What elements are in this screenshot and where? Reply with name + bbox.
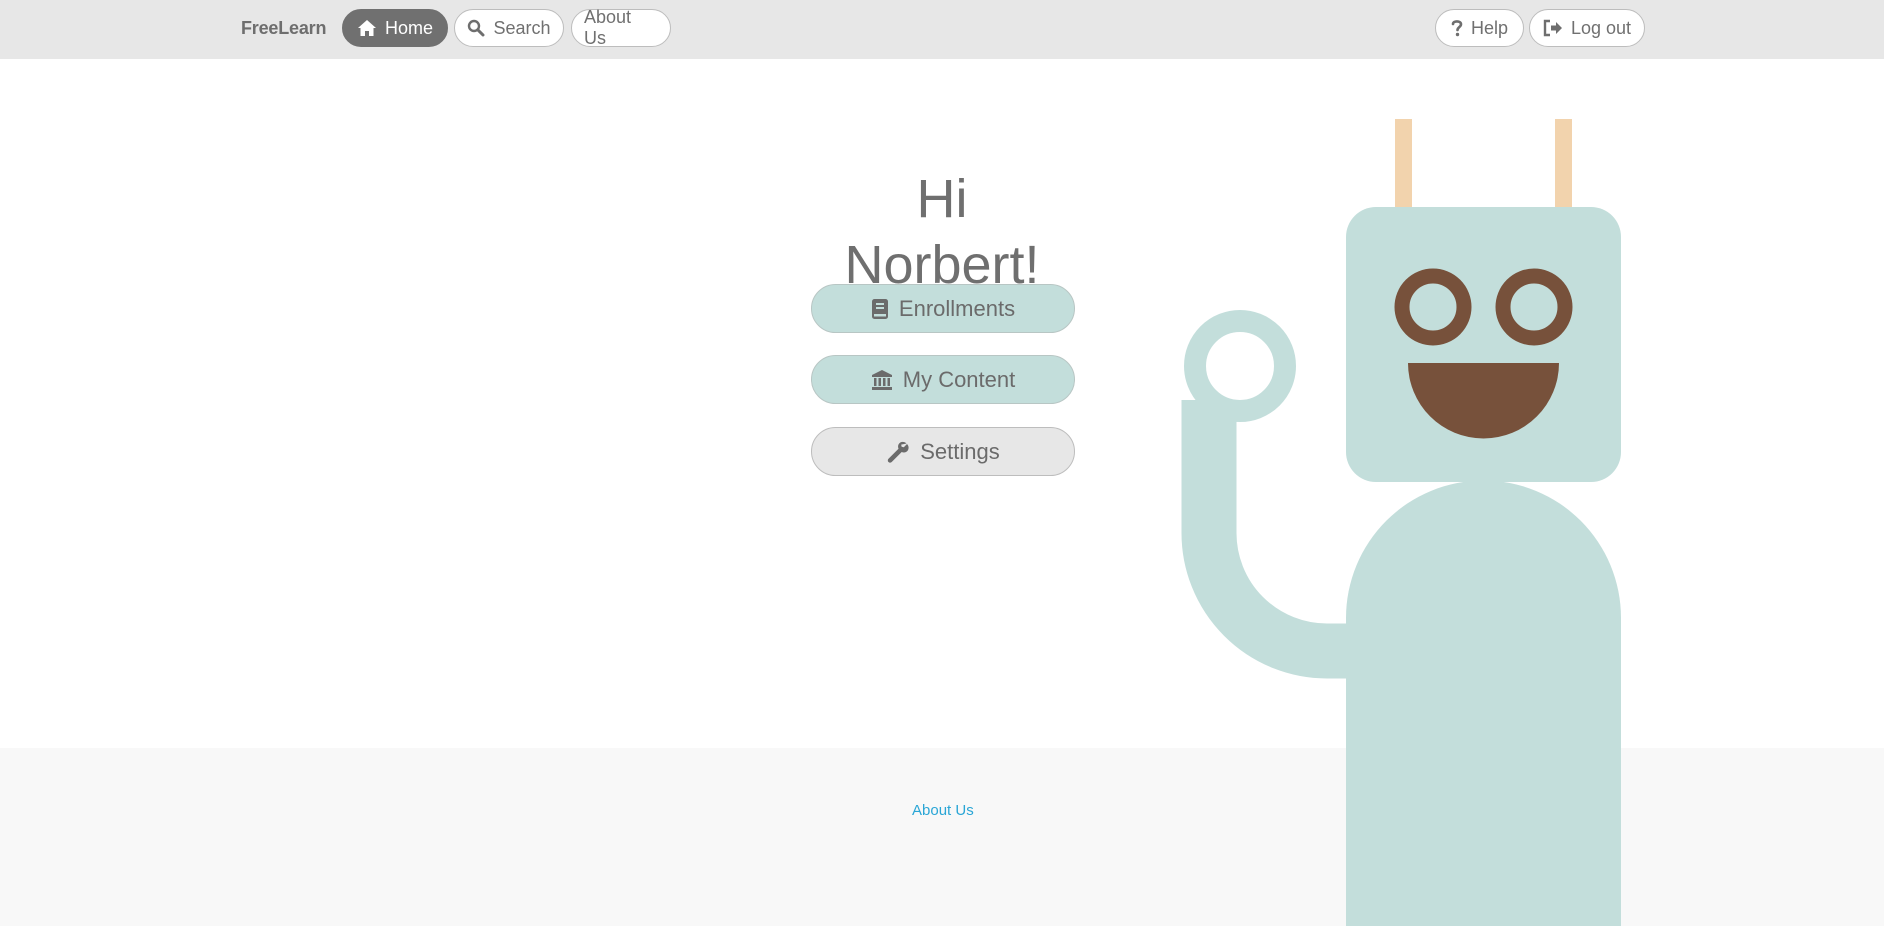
robot-body bbox=[1346, 480, 1621, 926]
question-icon bbox=[1451, 19, 1463, 37]
about-us-label: About Us bbox=[584, 7, 632, 48]
enrollments-label: Enrollments bbox=[898, 295, 1016, 321]
search-label: Search bbox=[493, 17, 551, 38]
home-button[interactable]: Home bbox=[342, 9, 448, 47]
robot-head bbox=[1346, 207, 1621, 482]
my-content-button[interactable]: My Content bbox=[811, 355, 1075, 404]
home-icon bbox=[357, 19, 377, 37]
logout-button[interactable]: Log out bbox=[1529, 9, 1645, 47]
settings-button[interactable]: Settings bbox=[811, 427, 1075, 476]
wrench-icon bbox=[886, 440, 910, 464]
robot-hand bbox=[1184, 310, 1296, 422]
footer-about-us-link[interactable]: About Us bbox=[912, 802, 974, 819]
home-label: Home bbox=[384, 17, 433, 38]
robot-mascot-illustration bbox=[1181, 119, 1621, 926]
settings-label: Settings bbox=[920, 438, 1000, 464]
book-icon bbox=[871, 298, 889, 320]
help-button[interactable]: Help bbox=[1435, 9, 1524, 47]
my-content-label: My Content bbox=[902, 366, 1016, 392]
robot-left-antenna bbox=[1395, 119, 1412, 219]
enrollments-button[interactable]: Enrollments bbox=[811, 284, 1075, 333]
help-label: Help bbox=[1470, 17, 1509, 38]
search-icon bbox=[467, 19, 485, 37]
brand-logo[interactable]: FreeLearn bbox=[241, 18, 326, 39]
robot-right-antenna bbox=[1555, 119, 1572, 219]
top-navbar: FreeLearn Home Search About Us Help Log … bbox=[0, 0, 1884, 59]
page-title: Hi Norbert! bbox=[844, 169, 1040, 295]
search-button[interactable]: Search bbox=[454, 9, 564, 47]
logout-label: Log out bbox=[1570, 17, 1632, 38]
institution-icon bbox=[871, 369, 893, 391]
robot-arm bbox=[1181, 400, 1347, 679]
sign-out-icon bbox=[1543, 19, 1563, 37]
about-us-nav-button[interactable]: About Us bbox=[571, 7, 671, 48]
page: FreeLearn Home Search About Us Help Log … bbox=[0, 0, 1884, 926]
